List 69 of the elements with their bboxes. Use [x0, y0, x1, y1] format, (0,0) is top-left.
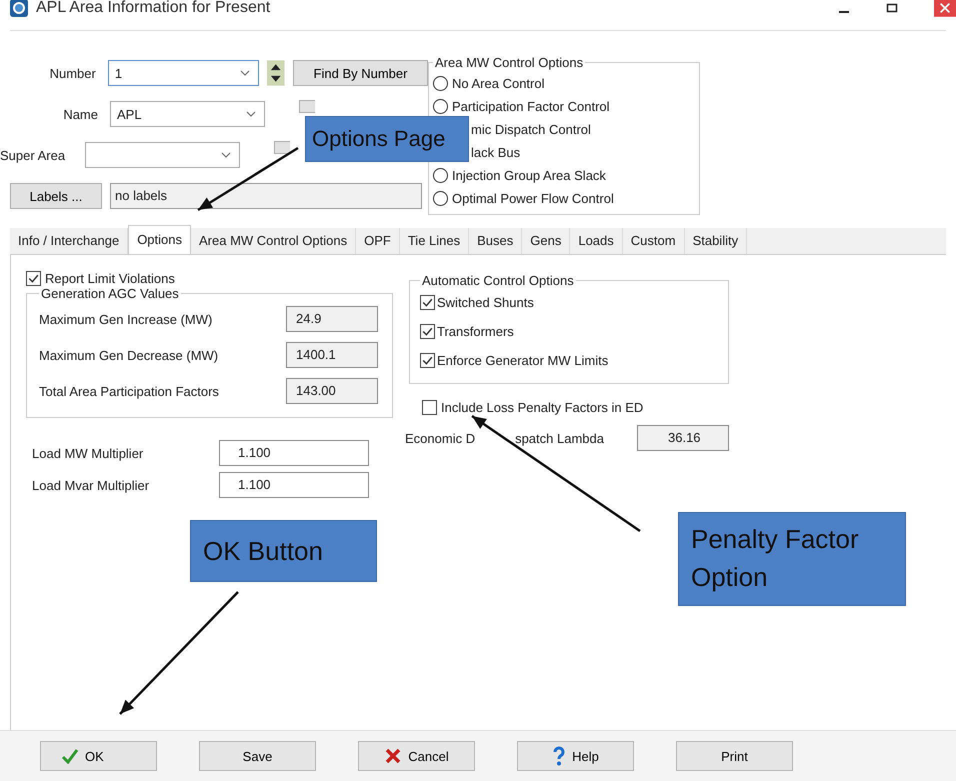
dialog-button[interactable]: Cancel	[358, 741, 475, 771]
tab[interactable]: Area MW Control Options	[191, 228, 356, 254]
tab[interactable]: Tie Lines	[400, 228, 470, 254]
radio-button[interactable]	[433, 191, 448, 206]
group-title: Automatic Control Options	[421, 273, 575, 288]
radio-button[interactable]	[433, 76, 448, 91]
radio-label: lack Bus	[471, 145, 520, 160]
field-label: Economic D	[405, 430, 476, 446]
tab[interactable]: Custom	[622, 228, 685, 254]
dialog-button[interactable]: Save	[199, 741, 316, 771]
radio-label: No Area Control	[452, 76, 544, 91]
field-label: spatch Lambda	[515, 430, 604, 446]
radio-button[interactable]	[433, 99, 448, 114]
tab[interactable]: Stability	[684, 228, 748, 254]
dialog-button[interactable]: Print	[676, 741, 793, 771]
tab[interactable]: Options	[128, 225, 191, 254]
dialog-button[interactable]: Help	[517, 741, 634, 771]
field-label: Maximum Gen Increase (MW)	[39, 312, 212, 326]
cross-icon	[384, 748, 402, 764]
field-label: Total Area Participation Factors	[39, 384, 219, 398]
spinner-icon[interactable]	[267, 60, 286, 86]
checkbox[interactable]	[26, 271, 41, 286]
checkbox-label: Transformers	[437, 324, 514, 339]
checkmark-icon	[61, 748, 79, 764]
radio-label: Injection Group Area Slack	[452, 168, 606, 183]
checkbox-label: Report Limit Violations	[45, 271, 175, 286]
question-mark-icon	[552, 746, 566, 766]
checkbox[interactable]	[420, 324, 435, 339]
radio-label: Participation Factor Control	[452, 99, 610, 114]
dialog-button[interactable]: OK	[40, 741, 157, 771]
value-field: 36.16	[637, 425, 729, 451]
callout-label: Options Page	[305, 116, 469, 162]
checkbox-label: Include Loss Penalty Factors in ED	[441, 400, 644, 415]
value-field: 1400.1	[286, 342, 378, 368]
field-label: Name	[62, 106, 99, 122]
checkbox-label: Switched Shunts	[437, 295, 534, 310]
combo-box[interactable]: APL	[110, 101, 265, 127]
tab[interactable]: OPF	[356, 228, 400, 254]
checkbox-label: Enforce Generator MW Limits	[437, 353, 608, 368]
tab[interactable]: Buses	[469, 228, 522, 254]
close-icon[interactable]	[934, 0, 956, 17]
tab[interactable]: Gens	[522, 228, 570, 254]
tab[interactable]: Loads	[570, 228, 623, 254]
checkbox[interactable]	[422, 400, 437, 415]
group-title: Generation AGC Values	[40, 286, 180, 301]
value-field: 24.9	[286, 306, 378, 332]
labels-button[interactable]: Labels ...	[10, 183, 102, 209]
field-label: Maximum Gen Decrease (MW)	[39, 348, 218, 362]
callout-label: OK Button	[190, 520, 377, 582]
find-button[interactable]: Find By Number	[293, 60, 428, 86]
radio-label: Optimal Power Flow Control	[452, 191, 614, 206]
field-label: Load Mvar Multiplier	[32, 478, 150, 492]
maximize-icon[interactable]	[886, 2, 898, 14]
input-field[interactable]: 1.100	[219, 440, 369, 466]
button-edge[interactable]	[274, 141, 290, 154]
field-label: Load MW Multiplier	[32, 446, 144, 460]
radio-label: mic Dispatch Control	[471, 122, 591, 137]
window-title: APL Area Information for Present	[36, 0, 270, 17]
group-title: Area MW Control Options	[434, 55, 584, 70]
value-field: 143.00	[286, 378, 378, 404]
labels-field: no labels	[110, 183, 422, 209]
radio-button[interactable]	[433, 168, 448, 183]
callout-label: Penalty Factor Option	[678, 512, 906, 606]
checkbox[interactable]	[420, 295, 435, 310]
field-label: Number	[48, 66, 97, 80]
checkbox[interactable]	[420, 353, 435, 368]
combo-box[interactable]: 1	[108, 60, 260, 86]
field-label: Super Area	[0, 148, 66, 162]
input-field[interactable]: 1.100	[219, 472, 369, 498]
